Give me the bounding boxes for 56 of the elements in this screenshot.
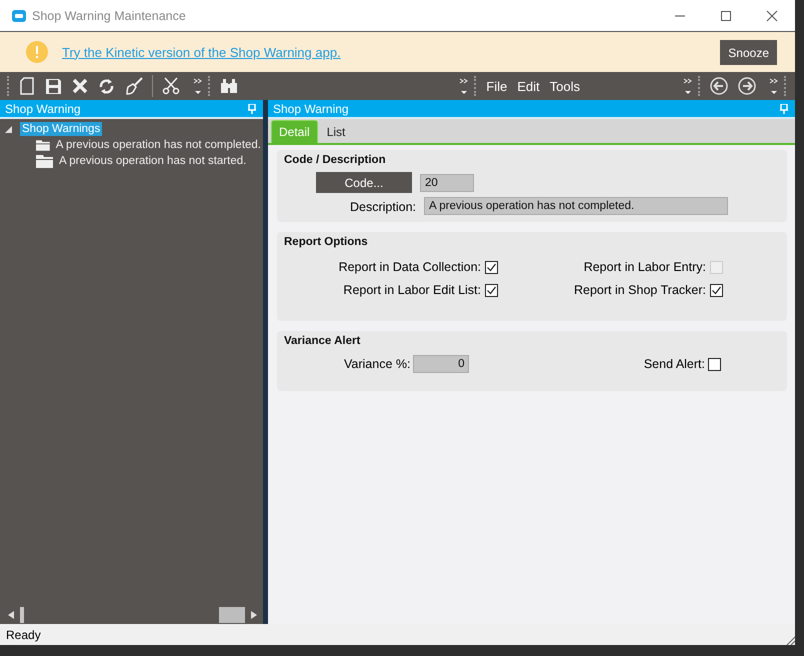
option-label: Report in Shop Tracker: [574, 283, 706, 297]
scrollbar-thumb[interactable] [219, 607, 245, 623]
code-field[interactable]: 20 [420, 174, 474, 192]
new-icon[interactable] [19, 77, 35, 95]
group-title: Code / Description [284, 154, 387, 166]
panel-title: Shop Warning [273, 102, 349, 116]
scissors-icon[interactable] [162, 77, 180, 95]
description-field[interactable]: A previous operation has not completed. [424, 197, 728, 215]
option-label: Report in Labor Entry: [584, 260, 706, 274]
panel-title: Shop Warning [5, 102, 81, 116]
group-title: Variance Alert [284, 335, 362, 347]
checkbox[interactable] [485, 284, 498, 296]
menu-item[interactable]: Edit [517, 78, 540, 94]
pin-icon[interactable] [248, 104, 256, 114]
checkbox[interactable] [710, 284, 723, 296]
snooze-button[interactable]: Snooze [720, 40, 777, 64]
overflow-icon[interactable] [193, 77, 203, 95]
checkbox[interactable] [708, 358, 721, 370]
folder-icon [36, 138, 50, 152]
refresh-icon[interactable] [98, 78, 115, 94]
scroll-left-icon[interactable] [8, 611, 14, 619]
code-button[interactable]: Code... [316, 172, 412, 193]
tree-item[interactable]: A previous operation has not completed. [54, 138, 263, 152]
binoculars-icon[interactable] [220, 78, 238, 94]
variance-field[interactable]: 0 [413, 355, 470, 373]
group-title: Report Options [284, 236, 369, 248]
back-icon[interactable] [710, 77, 728, 95]
forward-icon[interactable] [738, 77, 756, 95]
overflow-icon[interactable] [769, 77, 779, 95]
menu-item[interactable]: Tools [550, 78, 580, 94]
menu-item[interactable]: File [486, 78, 508, 94]
status-text: Ready [6, 628, 41, 642]
app-icon [12, 10, 26, 22]
pin-icon[interactable] [780, 104, 788, 114]
save-icon[interactable] [45, 78, 62, 94]
tab[interactable]: List [320, 121, 352, 143]
tree-item[interactable]: A previous operation has not started. [57, 154, 248, 168]
option-label: Report in Data Collection: [338, 260, 481, 274]
field-label: Variance %: [344, 357, 410, 371]
resize-grip-icon[interactable] [785, 635, 795, 645]
option-label: Send Alert: [644, 357, 705, 371]
close-icon[interactable] [766, 10, 778, 22]
field-label: Description: [349, 200, 416, 214]
expander-icon[interactable] [5, 126, 12, 132]
folder-icon [36, 154, 53, 168]
window-title: Shop Warning Maintenance [32, 8, 186, 22]
option-label: Report in Labor Edit List: [343, 283, 481, 297]
overflow-icon[interactable] [459, 77, 470, 95]
overflow-icon[interactable] [683, 77, 693, 95]
scrollbar-thumb[interactable] [20, 607, 24, 623]
warning-icon [26, 41, 48, 63]
checkbox[interactable] [485, 260, 498, 274]
maximize-icon[interactable] [720, 10, 732, 22]
delete-icon[interactable] [72, 78, 88, 94]
brush-icon[interactable] [125, 77, 143, 95]
scroll-right-icon[interactable] [251, 611, 257, 619]
